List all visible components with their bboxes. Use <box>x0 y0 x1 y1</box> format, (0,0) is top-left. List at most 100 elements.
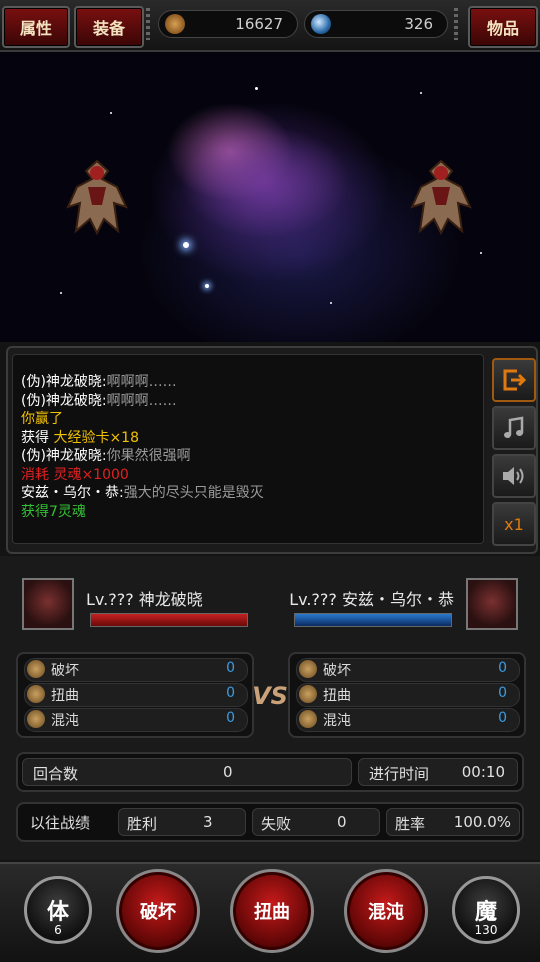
log-line: (伪)神龙破晓:啊啊啊…… <box>21 373 264 392</box>
battle-log-panel: (伪)神龙破晓:啊啊啊…… (伪)神龙破晓:啊啊啊…… 你赢了 获得 大经验卡×18(… <box>6 346 538 554</box>
chaos-stat-icon <box>27 710 45 728</box>
log-speaker: (伪)神龙破晓: <box>21 448 107 464</box>
time-label: 进行时间 <box>369 765 430 783</box>
chaos-stat-icon <box>299 710 317 728</box>
log-text: 灵魂×1000 <box>53 466 129 483</box>
log-text: 你果然很强啊 <box>106 448 191 464</box>
star <box>480 252 482 254</box>
separator <box>454 8 458 40</box>
destroy-skill-button[interactable]: 破坏 <box>116 869 200 953</box>
win-label: 胜利 <box>127 815 158 833</box>
twist-skill-button[interactable]: 扭曲 <box>230 869 314 953</box>
magic-button[interactable]: 魔 130 <box>452 876 520 944</box>
player-name: Lv.??? 神龙破晓 <box>86 590 203 609</box>
history-bar: 以往战绩 胜利 3 失败 0 胜率 100.0% <box>16 802 524 842</box>
enemy-stats: 破坏 0 扭曲 0 混沌 0 <box>288 652 526 738</box>
star <box>255 87 258 90</box>
exit-icon <box>503 369 527 391</box>
stat-value: 0 <box>498 660 507 676</box>
sound-button[interactable] <box>492 454 536 498</box>
music-button[interactable] <box>492 406 536 450</box>
gold-value: 16627 <box>235 15 283 33</box>
player-fighter-sprite <box>66 159 128 236</box>
star <box>110 112 112 114</box>
log-line: 消耗 灵魂×1000 <box>21 466 264 485</box>
stat-value: 0 <box>226 685 235 701</box>
stat-row-chaos: 混沌 0 <box>24 708 248 732</box>
player-avatar[interactable] <box>22 578 74 630</box>
star <box>183 242 189 248</box>
stat-row-twist: 扭曲 0 <box>24 683 248 707</box>
stat-label: 混沌 <box>51 713 79 729</box>
stamina-button[interactable]: 体 6 <box>24 876 92 944</box>
log-speaker: 安兹・乌尔・恭: <box>21 485 124 501</box>
log-line: 获得 大经验卡×18 <box>21 429 264 448</box>
gem-icon <box>311 14 331 34</box>
speaker-icon <box>503 467 524 485</box>
enemy-avatar[interactable] <box>466 578 518 630</box>
star <box>205 284 209 288</box>
log-text: 强大的尽头只能是毁灭 <box>123 485 264 501</box>
stamina-label: 体 <box>46 900 69 925</box>
stat-label: 扭曲 <box>323 688 351 704</box>
time-value: 00:10 <box>461 763 505 781</box>
chaos-skill-button[interactable]: 混沌 <box>344 869 428 953</box>
round-label: 回合数 <box>33 765 79 783</box>
log-lines: (伪)神龙破晓:啊啊啊…… (伪)神龙破晓:啊啊啊…… 你赢了 获得 大经验卡×18(… <box>21 373 264 521</box>
battle-scene <box>0 52 540 342</box>
stat-label: 破坏 <box>51 663 79 679</box>
wins: 胜利 3 <box>118 808 246 836</box>
log-speaker: (伪)神龙破晓: <box>21 374 107 390</box>
log-text: 啊啊啊…… <box>106 392 177 409</box>
twist-stat-icon <box>27 685 45 703</box>
magic-label: 魔 <box>474 900 497 925</box>
skill-bar: 体 6 破坏 扭曲 混沌 魔 130 <box>0 862 540 962</box>
exit-battle-button[interactable] <box>492 358 536 402</box>
enemy-hp-bar <box>294 613 452 627</box>
battle-log[interactable]: (伪)神龙破晓:啊啊啊…… (伪)神龙破晓:啊啊啊…… 你赢了 获得 大经验卡×18(… <box>12 354 484 544</box>
win-value: 3 <box>203 813 213 831</box>
items-button[interactable]: 物品 <box>468 6 538 48</box>
star <box>60 292 62 294</box>
stat-label: 扭曲 <box>51 688 79 704</box>
stat-row-twist: 扭曲 0 <box>296 683 520 707</box>
log-speaker: (伪)神龙破晓: <box>21 392 107 409</box>
vs-emblem: VS <box>252 682 288 710</box>
stat-label: 破坏 <box>323 663 351 679</box>
destroy-stat-icon <box>27 660 45 678</box>
destroy-stat-icon <box>299 660 317 678</box>
enemy-name: Lv.??? 安兹・乌尔・恭 <box>289 590 454 609</box>
player-hp-bar <box>90 613 248 627</box>
elapsed-time: 进行时间 00:10 <box>358 758 518 786</box>
stat-value: 0 <box>226 660 235 676</box>
log-text: 大经验卡×18 <box>53 429 139 446</box>
gem-value: 326 <box>404 15 433 33</box>
music-note-icon <box>504 416 524 438</box>
player-stats: 破坏 0 扭曲 0 混沌 0 <box>16 652 254 738</box>
twist-stat-icon <box>299 685 317 703</box>
log-line: 获得7灵魂 <box>21 503 264 522</box>
log-line: 你赢了 <box>21 410 264 429</box>
loss-label: 失败 <box>261 815 292 833</box>
separator <box>146 8 150 40</box>
stat-row-chaos: 混沌 0 <box>296 708 520 732</box>
log-line: (伪)神龙破晓:你果然很强啊 <box>21 447 264 466</box>
stat-value: 0 <box>498 685 507 701</box>
speed-button[interactable]: x1 <box>492 502 536 546</box>
gold-counter: 16627 <box>158 10 298 38</box>
win-rate: 胜率 100.0% <box>386 808 520 836</box>
round-value: 0 <box>223 763 233 781</box>
star <box>420 92 422 94</box>
attributes-button[interactable]: 属性 <box>2 6 70 48</box>
stamina-value: 6 <box>54 923 62 937</box>
rate-value: 100.0% <box>453 813 511 831</box>
gem-counter: 326 <box>304 10 448 38</box>
loss-value: 0 <box>337 813 347 831</box>
losses: 失败 0 <box>252 808 380 836</box>
log-speaker: 获得 <box>21 429 54 446</box>
stat-row-destroy: 破坏 0 <box>24 658 248 682</box>
equipment-button[interactable]: 装备 <box>74 6 144 48</box>
history-label: 以往战绩 <box>30 814 91 832</box>
stat-row-destroy: 破坏 0 <box>296 658 520 682</box>
log-line: (伪)神龙破晓:啊啊啊…… <box>21 392 264 411</box>
